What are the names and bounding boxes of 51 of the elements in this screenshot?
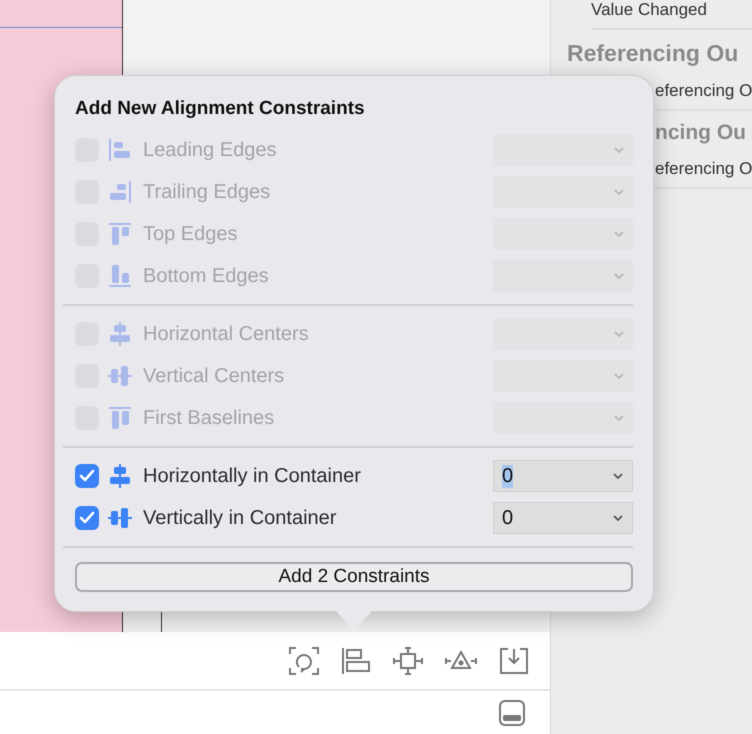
constant-dropdown[interactable] bbox=[493, 260, 633, 292]
add-constraints-button[interactable]: Add 2 Constraints bbox=[75, 562, 633, 592]
constant-dropdown[interactable]: 0 bbox=[493, 502, 633, 534]
constraint-label: Horizontally in Container bbox=[143, 464, 361, 488]
checkmark-icon bbox=[79, 469, 95, 483]
top-align-icon bbox=[107, 221, 133, 247]
connection-row[interactable]: eferencing O bbox=[655, 73, 752, 111]
chevron-icon bbox=[613, 272, 625, 280]
constraint-label: Bottom Edges bbox=[143, 264, 269, 288]
section-heading: ncing Ou bbox=[655, 120, 747, 146]
chevron-icon bbox=[613, 146, 625, 154]
popover-title: Add New Alignment Constraints bbox=[75, 98, 366, 120]
embed-in-icon[interactable] bbox=[498, 646, 530, 676]
constraint-label: Trailing Edges bbox=[143, 180, 270, 204]
constraint-label: Vertically in Container bbox=[143, 506, 336, 530]
constraint-label: First Baselines bbox=[143, 406, 274, 430]
vcenter-align-icon bbox=[107, 363, 133, 389]
chevron-icon bbox=[613, 330, 625, 338]
section-heading: Referencing Ou bbox=[567, 39, 740, 68]
constraint-label: Vertical Centers bbox=[143, 364, 284, 388]
update-frames-icon[interactable] bbox=[288, 646, 320, 676]
constant-dropdown[interactable] bbox=[493, 176, 633, 208]
trailing-align-icon bbox=[107, 179, 133, 205]
align-icon[interactable] bbox=[340, 646, 372, 676]
chevron-icon bbox=[612, 472, 624, 480]
constant-dropdown[interactable] bbox=[493, 134, 633, 166]
chevron-icon bbox=[613, 372, 625, 380]
chevron-icon bbox=[613, 414, 625, 422]
constant-dropdown[interactable] bbox=[493, 402, 633, 434]
constraint-label: Leading Edges bbox=[143, 138, 276, 162]
constant-dropdown[interactable] bbox=[493, 360, 633, 392]
constraint-label: Top Edges bbox=[143, 222, 238, 246]
hcenter-align-icon bbox=[107, 321, 133, 347]
leading-align-icon bbox=[107, 137, 133, 163]
checkbox[interactable] bbox=[75, 464, 99, 488]
connection-row[interactable]: Value Changed bbox=[591, 0, 752, 30]
baseline-align-icon bbox=[107, 405, 133, 431]
hcenter-align-icon bbox=[107, 463, 133, 489]
chevron-icon bbox=[612, 514, 624, 522]
constant-dropdown[interactable] bbox=[493, 318, 633, 350]
checkmark-icon bbox=[79, 511, 95, 525]
checkbox[interactable] bbox=[75, 506, 99, 530]
constant-dropdown[interactable] bbox=[493, 218, 633, 250]
vcenter-align-icon bbox=[107, 505, 133, 531]
constant-dropdown[interactable]: 0 bbox=[493, 460, 633, 492]
bottom-align-icon bbox=[107, 263, 133, 289]
chevron-icon bbox=[613, 230, 625, 238]
panel-toggle-icon[interactable] bbox=[498, 698, 526, 726]
pin-constraints-icon[interactable] bbox=[392, 646, 424, 676]
chevron-icon bbox=[613, 188, 625, 196]
constraint-label: Horizontal Centers bbox=[143, 322, 309, 346]
